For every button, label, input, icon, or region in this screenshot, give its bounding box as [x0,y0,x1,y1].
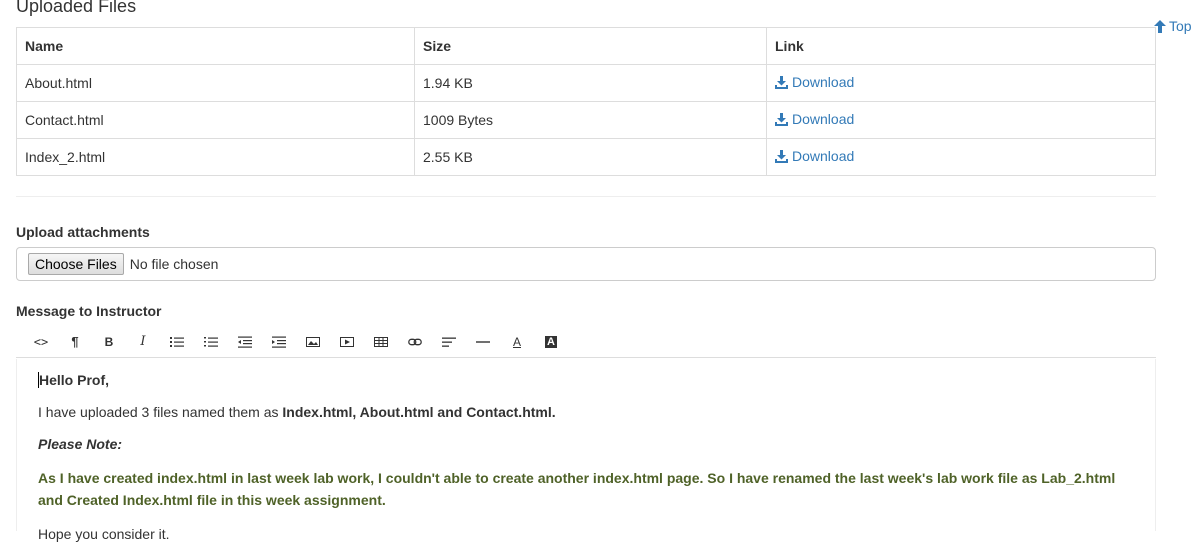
divider [16,196,1156,197]
table-row: Contact.html 1009 Bytes Download [16,101,1156,139]
video-icon [340,336,354,347]
align-left-button[interactable] [432,327,466,357]
bold-button[interactable]: B [92,327,126,357]
outdent-button[interactable] [228,327,262,357]
code-view-button[interactable]: <> [24,327,58,357]
italic-button[interactable]: I [126,327,160,357]
horizontal-rule-button[interactable] [466,327,500,357]
note-text: As I have created index.html in last wee… [38,470,1116,508]
image-icon [306,336,320,347]
greeting-text: Hello Prof, [38,372,110,388]
image-button[interactable] [296,327,330,357]
align-left-icon [442,337,456,347]
font-color-icon: A [512,334,521,349]
download-link[interactable]: Download [775,148,854,164]
editor-toolbar: <> ¶ B I A A [16,326,1156,358]
background-color-button[interactable]: A [534,327,568,357]
download-icon [775,112,788,126]
file-name: Index_2.html [16,138,415,176]
outdent-icon [238,336,252,348]
video-button[interactable] [330,327,364,357]
table-button[interactable] [364,327,398,357]
font-color-button[interactable]: A [500,327,534,357]
ordered-list-icon [204,336,218,347]
message-label: Message to Instructor [16,303,162,319]
upload-attachments-label: Upload attachments [16,224,150,240]
uploaded-files-table: Name Size Link About.html 1.94 KB Downlo… [16,27,1156,176]
link-icon [408,338,422,345]
download-icon [775,75,788,89]
file-status: No file chosen [129,256,219,272]
top-link[interactable]: Top [1154,18,1192,34]
note-label: Please Note: [38,436,123,452]
download-icon [775,149,788,163]
closing-text: Hope you consider it. [38,526,170,542]
top-link-label: Top [1169,18,1192,34]
unordered-list-icon [170,336,184,347]
message-line-text: I have uploaded 3 files named them as [38,404,283,420]
column-header-name: Name [16,27,415,65]
download-link[interactable]: Download [775,111,854,127]
download-label: Download [792,74,855,91]
file-input[interactable]: Choose Files No file chosen [16,247,1156,281]
uploaded-files-title: Uploaded Files [16,0,137,16]
table-icon [374,336,388,347]
code-view-icon: <> [33,334,49,349]
column-header-link: Link [766,27,1156,65]
message-file-names: Index.html, About.html and Contact.html. [282,404,556,420]
download-label: Download [792,148,855,165]
indent-icon [272,336,286,348]
indent-button[interactable] [262,327,296,357]
choose-files-button[interactable]: Choose Files [28,253,124,275]
column-header-size: Size [414,27,767,65]
horizontal-rule-icon [476,340,490,343]
file-size: 1009 Bytes [414,101,767,139]
italic-icon: I [140,334,146,349]
link-button[interactable] [398,327,432,357]
file-name: About.html [16,64,415,102]
paragraph-button[interactable]: ¶ [58,327,92,357]
unordered-list-button[interactable] [160,327,194,357]
table-row: Index_2.html 2.55 KB Download [16,138,1156,176]
download-link[interactable]: Download [775,74,854,90]
file-size: 1.94 KB [414,64,767,102]
download-label: Download [792,111,855,128]
table-row: About.html 1.94 KB Download [16,64,1156,102]
file-size: 2.55 KB [414,138,767,176]
message-editor[interactable]: Hello Prof, I have uploaded 3 files name… [16,359,1156,542]
table-header-row: Name Size Link [16,27,1156,65]
file-name: Contact.html [16,101,415,139]
bold-icon: B [104,334,114,349]
ordered-list-button[interactable] [194,327,228,357]
background-color-icon: A [545,335,557,348]
paragraph-icon: ¶ [71,334,79,349]
